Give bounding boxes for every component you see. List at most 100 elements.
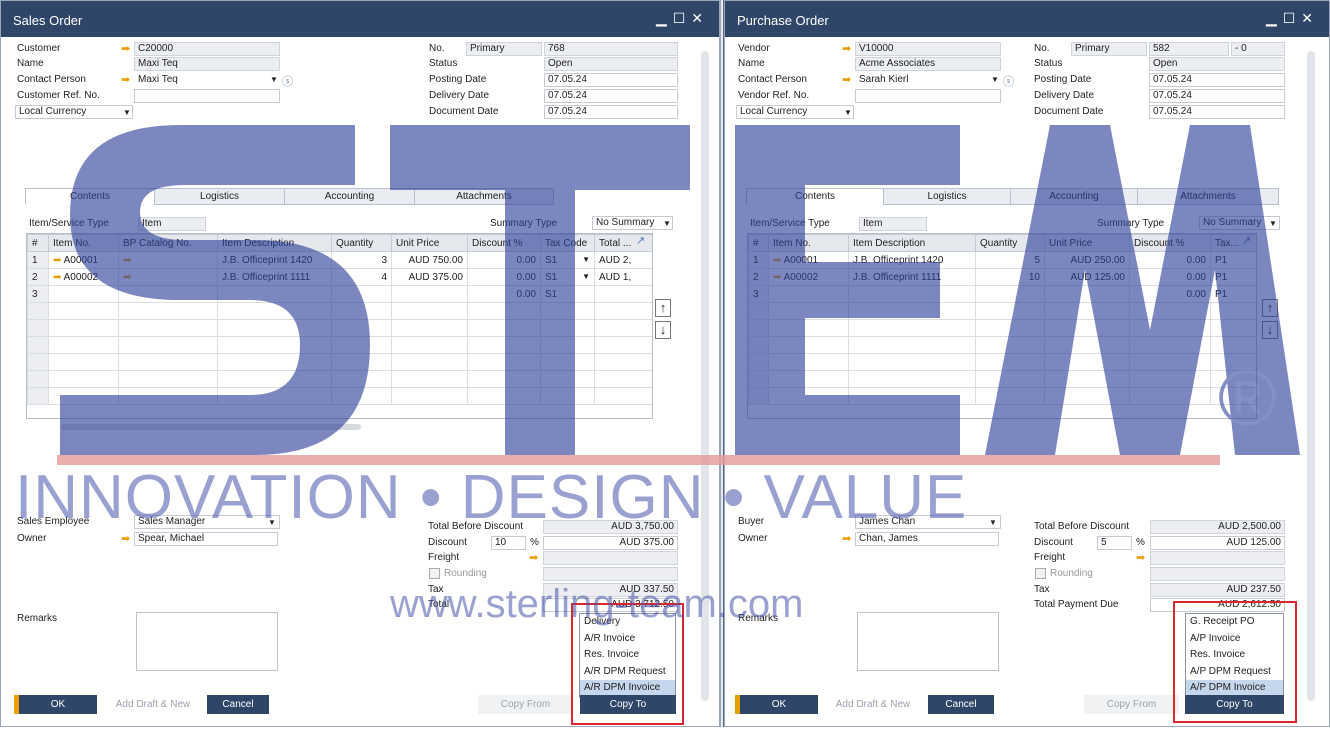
copy-from-button[interactable]: Copy From: [478, 695, 573, 714]
quantity-cell[interactable]: 5: [975, 251, 1045, 269]
unit-price-cell[interactable]: AUD 125.00: [1044, 268, 1130, 286]
sales-employee-select[interactable]: Sales Manager: [134, 515, 280, 529]
info-icon[interactable]: ⓢ: [282, 73, 293, 89]
window-vertical-scrollbar[interactable]: [1307, 51, 1315, 701]
discount-percent-field[interactable]: 10: [491, 536, 526, 550]
col-header[interactable]: Unit Price: [391, 234, 468, 252]
posting-date-field[interactable]: 07.05.24: [1149, 73, 1285, 87]
total-cell[interactable]: AUD 2,: [594, 251, 652, 269]
menu-item-goods-receipt-po[interactable]: G. Receipt PO: [1186, 614, 1283, 631]
ok-button[interactable]: OK: [19, 695, 97, 714]
contact-field[interactable]: Sarah Kierl: [855, 73, 1001, 87]
currency-select[interactable]: Local Currency: [736, 105, 854, 119]
discount-cell[interactable]: 0.00: [1129, 268, 1211, 286]
col-header[interactable]: Item Description: [848, 234, 976, 252]
discount-cell[interactable]: 0.00: [467, 251, 541, 269]
item-no-cell[interactable]: A00001: [784, 255, 818, 266]
doc-number-field[interactable]: 582: [1149, 42, 1229, 56]
tax-code-cell[interactable]: S1: [540, 285, 595, 303]
link-arrow-icon[interactable]: ➡: [53, 255, 61, 266]
link-arrow-icon[interactable]: ➡: [529, 553, 541, 564]
ok-button[interactable]: OK: [740, 695, 818, 714]
tax-code-cell[interactable]: S1: [545, 272, 557, 283]
rounding-checkbox[interactable]: [1035, 568, 1046, 579]
ref-field[interactable]: [134, 89, 280, 103]
add-draft-new-button[interactable]: Add Draft & New: [111, 695, 195, 714]
customer-field[interactable]: C20000: [134, 42, 280, 56]
unit-price-cell[interactable]: AUD 250.00: [1044, 251, 1130, 269]
item-desc-cell[interactable]: J.B. Officeprint 1420: [848, 251, 976, 269]
remarks-textarea[interactable]: [136, 612, 278, 671]
chevron-down-icon[interactable]: ▼: [582, 272, 590, 281]
menu-item-res-invoice[interactable]: Res. Invoice: [1186, 647, 1283, 664]
item-desc-cell[interactable]: J.B. Officeprint 1111: [848, 268, 976, 286]
link-arrow-icon[interactable]: ➡: [773, 272, 781, 283]
discount-amount-field[interactable]: AUD 125.00: [1150, 536, 1285, 550]
move-up-icon[interactable]: ↑: [655, 299, 671, 317]
move-up-icon[interactable]: ↑: [1262, 299, 1278, 317]
unit-price-cell[interactable]: AUD 375.00: [391, 268, 468, 286]
discount-cell[interactable]: 0.00: [467, 268, 541, 286]
vendor-field[interactable]: V10000: [855, 42, 1001, 56]
tab-attachments[interactable]: Attachments: [414, 188, 554, 205]
summary-type-select[interactable]: No Summary: [592, 216, 673, 230]
discount-percent-field[interactable]: 5: [1097, 536, 1132, 550]
col-header[interactable]: Tax Code: [540, 234, 595, 252]
tab-contents[interactable]: Contents: [746, 188, 884, 205]
link-arrow-icon[interactable]: ➡: [123, 272, 131, 283]
tax-code-cell[interactable]: P1: [1210, 285, 1256, 303]
tab-accounting[interactable]: Accounting: [1010, 188, 1138, 205]
col-header[interactable]: #: [27, 234, 49, 252]
item-no-cell[interactable]: A00002: [784, 272, 818, 283]
menu-item-ar-invoice[interactable]: A/R Invoice: [580, 631, 675, 648]
link-arrow-icon[interactable]: ➡: [842, 75, 854, 86]
tab-logistics[interactable]: Logistics: [883, 188, 1011, 205]
table-row[interactable]: 3 0.00 P1: [748, 285, 1256, 303]
discount-amount-field[interactable]: AUD 375.00: [543, 536, 678, 550]
col-header[interactable]: #: [748, 234, 769, 252]
link-arrow-icon[interactable]: ➡: [123, 255, 131, 266]
table-row[interactable]: 3 0.00 S1: [27, 285, 652, 303]
table-row[interactable]: 1 ➡ A00001 ➡ J.B. Officeprint 1420 3 AUD…: [27, 251, 652, 269]
item-no-cell[interactable]: A00001: [64, 255, 98, 266]
contact-field[interactable]: Maxi Teq: [134, 73, 280, 87]
chevron-down-icon[interactable]: ▼: [270, 75, 278, 84]
add-draft-new-button[interactable]: Add Draft & New: [831, 695, 915, 714]
chevron-down-icon[interactable]: ▼: [989, 518, 997, 527]
chevron-down-icon[interactable]: ▼: [844, 108, 852, 117]
tax-code-cell[interactable]: P1: [1210, 268, 1256, 286]
ref-field[interactable]: [855, 89, 1001, 103]
tax-code-cell[interactable]: P1: [1210, 251, 1256, 269]
item-type-select[interactable]: Item: [138, 217, 206, 231]
expand-columns-icon[interactable]: ↗: [1242, 234, 1251, 247]
window-vertical-scrollbar[interactable]: [701, 51, 709, 701]
link-arrow-icon[interactable]: ➡: [121, 534, 133, 545]
link-arrow-icon[interactable]: ➡: [842, 534, 854, 545]
grid-horizontal-scrollbar[interactable]: [61, 424, 361, 430]
quantity-cell[interactable]: 3: [331, 251, 392, 269]
chevron-down-icon[interactable]: ▼: [123, 108, 131, 117]
unit-price-cell[interactable]: AUD 750.00: [391, 251, 468, 269]
col-header[interactable]: Unit Price: [1044, 234, 1130, 252]
col-header[interactable]: Item Description: [217, 234, 332, 252]
copy-from-button[interactable]: Copy From: [1084, 695, 1179, 714]
col-header[interactable]: Quantity: [975, 234, 1045, 252]
remarks-textarea[interactable]: [857, 612, 999, 671]
buyer-select[interactable]: James Chan: [855, 515, 1001, 529]
rounding-checkbox[interactable]: [429, 568, 440, 579]
quantity-cell[interactable]: 4: [331, 268, 392, 286]
discount-cell[interactable]: 0.00: [1129, 285, 1211, 303]
chevron-down-icon[interactable]: ▼: [663, 219, 671, 228]
name-field[interactable]: Maxi Teq: [134, 57, 280, 71]
item-no-cell[interactable]: A00002: [64, 272, 98, 283]
move-down-icon[interactable]: ↓: [655, 321, 671, 339]
tab-contents[interactable]: Contents: [25, 188, 155, 205]
window-controls[interactable]: ▁☐✕: [1266, 10, 1319, 27]
series-select[interactable]: Primary: [1071, 42, 1147, 56]
table-row[interactable]: 2 ➡ A00002 ➡ J.B. Officeprint 1111 4 AUD…: [27, 268, 652, 286]
quantity-cell[interactable]: 10: [975, 268, 1045, 286]
total-cell[interactable]: AUD 1,: [594, 268, 652, 286]
summary-type-select[interactable]: No Summary: [1199, 216, 1280, 230]
owner-field[interactable]: Spear, Michael: [134, 532, 278, 546]
table-row[interactable]: 2 ➡ A00002 J.B. Officeprint 1111 10 AUD …: [748, 268, 1256, 286]
